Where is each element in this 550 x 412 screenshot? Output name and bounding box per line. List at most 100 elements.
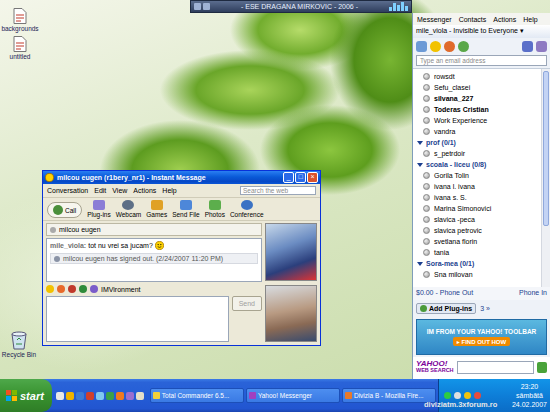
emoticon-icon[interactable]	[46, 285, 54, 293]
contact-row[interactable]: Marina Simonovici	[417, 203, 541, 214]
contact-row[interactable]: slavica -peca	[417, 214, 541, 225]
radio-icon[interactable]	[444, 41, 455, 52]
add-plugins-button[interactable]: Add Plug-ins	[416, 303, 476, 314]
search-field[interactable]: Search the web	[240, 186, 316, 195]
group-header[interactable]: Sora-mea (0/1)	[417, 258, 541, 269]
menu-item[interactable]: Messenger	[417, 16, 452, 23]
contact-row[interactable]: slavica petrovic	[417, 225, 541, 236]
contact-row[interactable]: Work Experience	[417, 115, 541, 126]
tray-icon[interactable]	[454, 392, 461, 399]
send-button[interactable]: Send	[232, 296, 262, 311]
stop-icon[interactable]	[203, 3, 210, 10]
clock[interactable]: 23:20 sâmbătă 24.02.2007	[512, 382, 547, 409]
window-control-button[interactable]: _	[283, 172, 294, 183]
ad-banner[interactable]: IM FROM YOUR YAHOO! TOOLBAR ▸ FIND OUT H…	[416, 319, 547, 355]
quick-launch-icon[interactable]	[106, 392, 114, 400]
search-field[interactable]: Type an email address	[416, 55, 547, 66]
tray-icon[interactable]	[464, 392, 471, 399]
menu-item[interactable]: Help	[162, 187, 176, 194]
menu-item[interactable]: Help	[523, 16, 537, 23]
menu-item[interactable]: Conversation	[47, 187, 88, 194]
message-input[interactable]	[46, 296, 229, 342]
offline-icon	[423, 205, 430, 212]
task-button[interactable]: Yahoo! Messenger	[246, 388, 340, 403]
add-contact-icon[interactable]	[416, 41, 427, 52]
imvironment-button[interactable]: IMVironment	[101, 286, 141, 293]
play-icon[interactable]	[194, 3, 201, 10]
plugin-icon	[420, 305, 427, 312]
menu-item[interactable]: Actions	[133, 187, 156, 194]
window-control-button[interactable]: □	[295, 172, 306, 183]
quick-launch-icon[interactable]	[76, 392, 84, 400]
quick-launch-icon[interactable]	[136, 392, 144, 400]
plugins-count[interactable]: 3 »	[480, 305, 490, 312]
messenger-window[interactable]: Messenger Contacts Actions Help mile_viola …	[412, 13, 550, 379]
contact-row[interactable]: Sefu_clasei	[417, 82, 541, 93]
title-bar[interactable]: milcou eugen (r1bery_nr1) - Instant Mess…	[43, 171, 320, 184]
desktop-icon[interactable]: untitled	[3, 36, 37, 60]
offline-icon	[423, 95, 430, 102]
contact-row[interactable]: tania	[417, 247, 541, 258]
contact-row[interactable]: Gorila Tolin	[417, 170, 541, 181]
start-button[interactable]: start	[0, 379, 52, 412]
scrollbar[interactable]	[541, 69, 550, 287]
contact-row[interactable]: vandra	[417, 126, 541, 137]
toolbar-button[interactable]: Conference	[230, 200, 264, 218]
toolbar-button[interactable]: Call	[47, 202, 82, 218]
quick-launch-icon[interactable]	[56, 392, 64, 400]
desktop-icon[interactable]: Recycle Bin	[2, 330, 36, 358]
quick-launch-icon[interactable]	[96, 392, 104, 400]
contact-row[interactable]: ivana l. ivana	[417, 181, 541, 192]
group-header[interactable]: prof (0/1)	[417, 137, 541, 148]
contact-row[interactable]: s_petrdoir	[417, 148, 541, 159]
address-book-icon[interactable]	[536, 41, 547, 52]
emoticon-icon[interactable]	[68, 285, 76, 293]
status-selector[interactable]: mile_viola - Invisible to Everyone ▾	[413, 25, 550, 38]
status-icon[interactable]	[430, 41, 441, 52]
tray-icon[interactable]	[444, 392, 451, 399]
quick-launch-icon[interactable]	[116, 392, 124, 400]
contact-list: rowsdt Sefu_clasei silvana_227 Toderas C…	[413, 69, 541, 287]
contact-row[interactable]: rowsdt	[417, 71, 541, 82]
media-player[interactable]: - ESE DRAGANA MIRKOVIC - 2006 -	[190, 0, 412, 13]
toolbar-button[interactable]: Plug-ins	[87, 200, 110, 218]
search-go-icon[interactable]	[537, 362, 547, 373]
window-control-button[interactable]: ×	[307, 172, 318, 183]
mail-icon[interactable]	[522, 41, 533, 52]
task-button[interactable]: Total Commander 6.5...	[150, 388, 244, 403]
menu-item[interactable]: Edit	[94, 187, 106, 194]
toolbar-button[interactable]: Photos	[205, 200, 225, 218]
task-list: Total Commander 6.5... Yahoo! Messenger …	[148, 379, 438, 412]
contact-row[interactable]: Toderas Cristian	[417, 104, 541, 115]
emoticon-icon[interactable]	[90, 285, 98, 293]
contact-row[interactable]: ivana s. S.	[417, 192, 541, 203]
offline-icon	[423, 128, 430, 135]
recipient-bar: milcou eugen	[46, 223, 262, 236]
contact-row[interactable]: silvana_227	[417, 93, 541, 104]
emoticon-icon[interactable]	[79, 285, 87, 293]
web-search-input[interactable]	[457, 361, 534, 374]
menu-item[interactable]: Contacts	[459, 16, 487, 23]
desktop-icon[interactable]: backgrounds	[3, 8, 37, 32]
tray-icon[interactable]	[474, 392, 481, 399]
games-icon[interactable]	[458, 41, 469, 52]
contact-row[interactable]: svetlana florin	[417, 236, 541, 247]
task-button[interactable]: Divizia B - Mozilla Fire...	[342, 388, 436, 403]
quick-launch-icon[interactable]	[86, 392, 94, 400]
contact-row[interactable]: Sna milovan	[417, 269, 541, 280]
web-search: YAHOO! WEB SEARCH	[413, 357, 550, 379]
phone-in-link[interactable]: Phone In	[519, 289, 547, 298]
emoticon-icon[interactable]	[57, 285, 65, 293]
group-header[interactable]: scoala - liceu (0/8)	[417, 159, 541, 170]
im-window[interactable]: milcou eugen (r1bery_nr1) - Instant Mess…	[42, 170, 321, 346]
menu-item[interactable]: View	[112, 187, 127, 194]
smiley-icon	[155, 241, 164, 250]
ad-button[interactable]: ▸ FIND OUT HOW	[453, 337, 510, 346]
toolbar-button[interactable]: Webcam	[116, 200, 142, 218]
quick-launch-icon[interactable]	[126, 392, 134, 400]
phone-out-link[interactable]: $0.00 - Phone Out	[416, 289, 473, 298]
menu-item[interactable]: Actions	[493, 16, 516, 23]
toolbar-button[interactable]: Send File	[172, 200, 199, 218]
toolbar-button[interactable]: Games	[146, 200, 167, 218]
quick-launch-icon[interactable]	[66, 392, 74, 400]
